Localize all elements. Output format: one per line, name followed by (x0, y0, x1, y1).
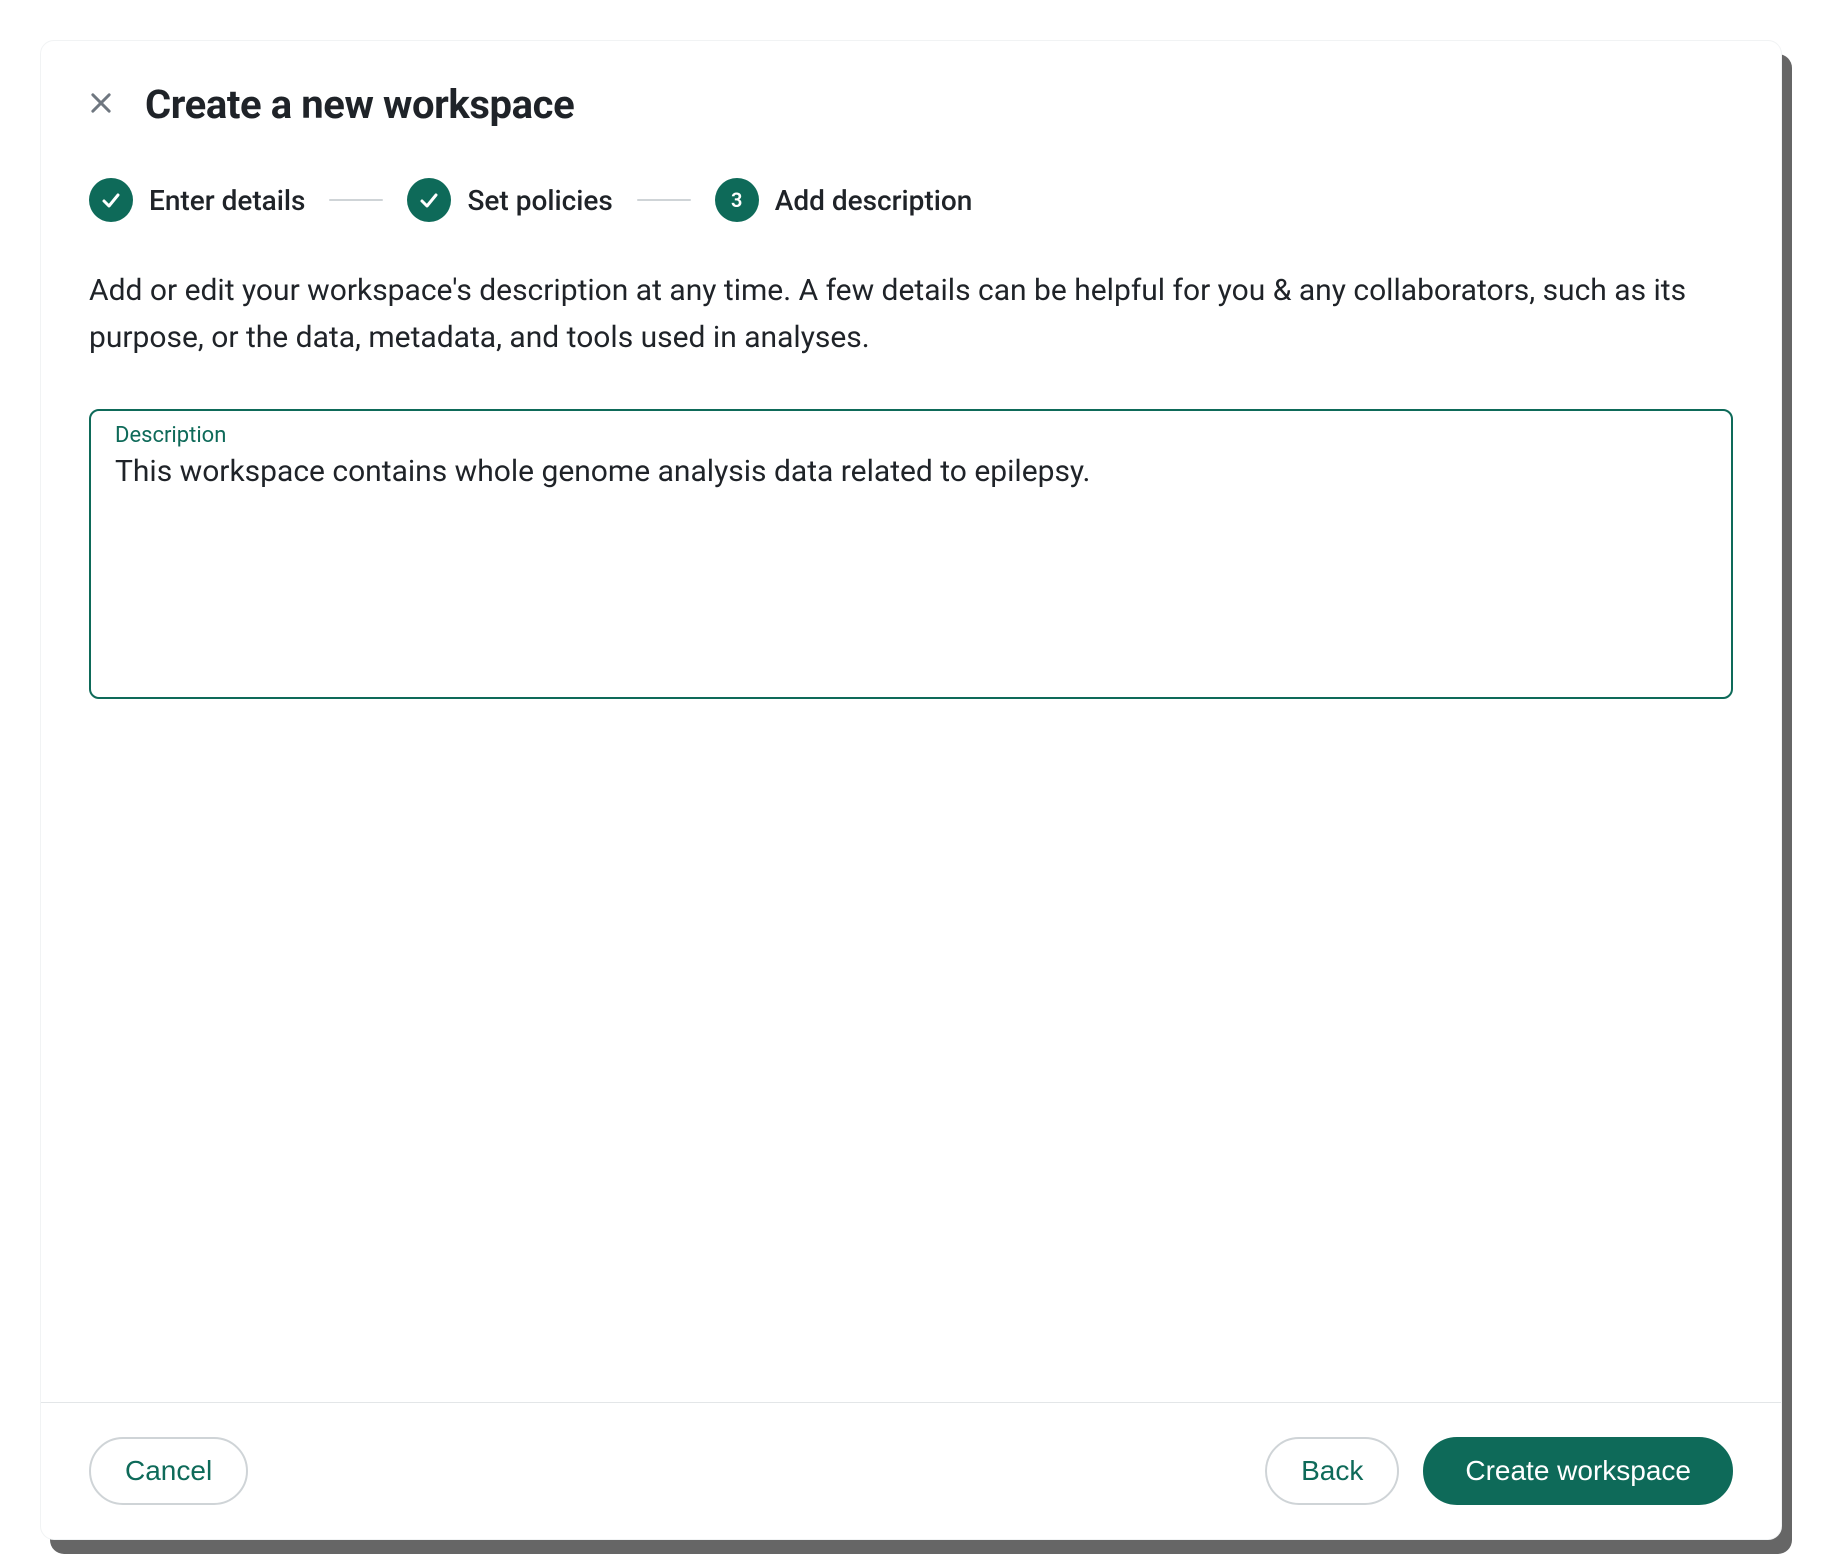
description-field-wrapper[interactable]: Description (89, 409, 1733, 699)
step-connector (329, 199, 383, 201)
dialog-body: Add or edit your workspace's description… (41, 232, 1781, 1402)
step-connector (637, 199, 691, 201)
step-add-description[interactable]: 3 Add description (715, 178, 973, 222)
checkmark-icon (89, 178, 133, 222)
checkmark-icon (407, 178, 451, 222)
back-button[interactable]: Back (1265, 1437, 1399, 1505)
dialog-title: Create a new workspace (145, 81, 574, 128)
step-label: Add description (775, 184, 973, 217)
step-set-policies[interactable]: Set policies (407, 178, 612, 222)
create-workspace-dialog: Create a new workspace Enter details Set… (40, 40, 1782, 1540)
close-button[interactable] (81, 83, 121, 126)
progress-stepper: Enter details Set policies 3 Add descrip… (41, 138, 1781, 232)
dialog-footer: Cancel Back Create workspace (41, 1402, 1781, 1539)
cancel-button[interactable]: Cancel (89, 1437, 248, 1505)
create-workspace-button[interactable]: Create workspace (1423, 1437, 1733, 1505)
step-number-badge: 3 (715, 178, 759, 222)
step-label: Set policies (467, 184, 612, 217)
step-label: Enter details (149, 184, 305, 217)
footer-right-group: Back Create workspace (1265, 1437, 1733, 1505)
dialog-header: Create a new workspace (41, 41, 1781, 138)
description-textarea[interactable] (115, 450, 1707, 670)
close-icon (87, 89, 115, 120)
helper-text: Add or edit your workspace's description… (89, 268, 1733, 361)
step-enter-details[interactable]: Enter details (89, 178, 305, 222)
description-label: Description (115, 423, 1707, 448)
